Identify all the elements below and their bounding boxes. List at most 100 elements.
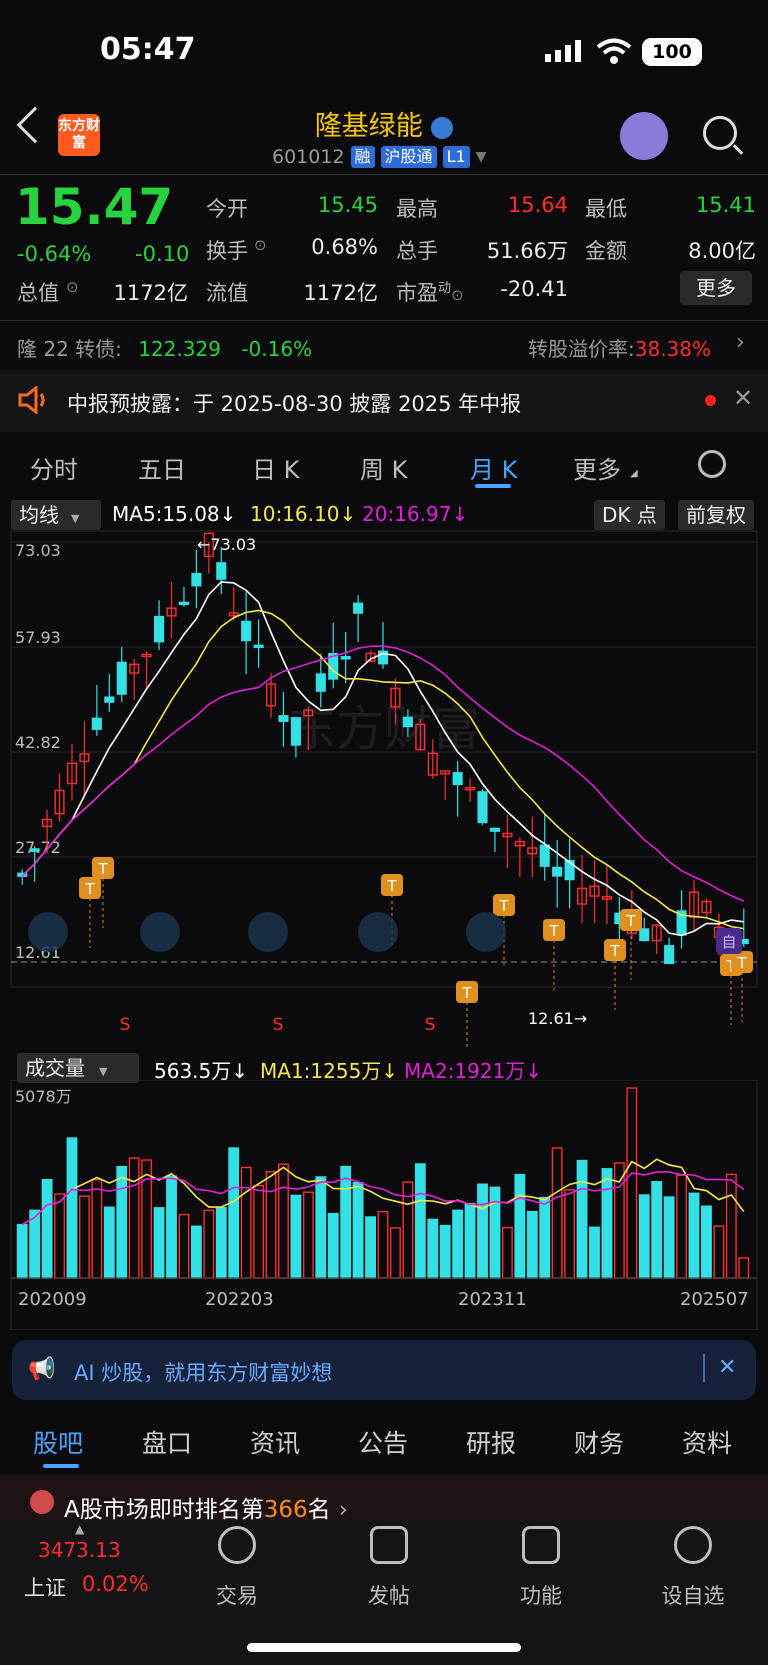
high-label: 最高: [396, 197, 438, 221]
candle-body: [353, 602, 364, 614]
more-dots-icon[interactable]: [674, 1526, 712, 1564]
chart-nav-button: [140, 912, 180, 952]
active-tab-indicator: [43, 1464, 79, 1468]
volume-bar: [290, 1194, 302, 1279]
tab-daily[interactable]: 日 K: [252, 450, 299, 485]
candle-body: [477, 791, 488, 824]
candle-body: [216, 562, 227, 580]
volume-bar: [452, 1209, 464, 1279]
tab-five-day[interactable]: 五日: [138, 450, 186, 485]
volume-bar: [41, 1178, 53, 1279]
x-tick-label: 202311: [458, 1289, 527, 1310]
bond-price: 122.329: [138, 337, 221, 361]
watermark: 东方财富: [288, 701, 480, 757]
grid-icon[interactable]: [522, 1526, 560, 1564]
volume-label: 总手: [396, 239, 438, 263]
signal-icon: [545, 40, 583, 62]
volume-bar: [713, 1225, 725, 1279]
adjust-button[interactable]: 前复权: [678, 500, 754, 530]
candlestick-chart[interactable]: 73.0357.9342.8227.7212.61东方财富←73.0312.61…: [0, 530, 768, 1050]
nav-post[interactable]: 发帖: [344, 1580, 434, 1610]
volume-bar: [265, 1171, 277, 1279]
volume-bar: [526, 1210, 538, 1279]
tab-news[interactable]: 资讯: [250, 1424, 300, 1460]
post-icon[interactable]: [370, 1526, 408, 1564]
status-time: 05:47: [100, 32, 196, 67]
volume-chart: 5078万 202009 202203 202311 202507: [10, 1080, 758, 1330]
volume-value: 51.66万: [486, 239, 568, 263]
marker-t-label: T: [386, 877, 397, 895]
nav-functions[interactable]: 功能: [496, 1580, 586, 1610]
bond-row[interactable]: 隆 22 转债: 122.329 -0.16%: [17, 333, 312, 362]
volume-bar: [427, 1218, 439, 1279]
volume-bar: [501, 1226, 513, 1279]
tab-orderbook[interactable]: 盘口: [142, 1424, 192, 1460]
stock-code-row[interactable]: 601012 融 沪股通 L1 ▼: [272, 146, 486, 168]
close-icon[interactable]: ✕: [733, 384, 753, 412]
wifi-icon: [596, 38, 632, 64]
volume-select[interactable]: 成交量 ▼: [17, 1053, 139, 1083]
tab-research[interactable]: 研报: [466, 1424, 516, 1460]
candle-body: [116, 661, 127, 695]
tab-intraday[interactable]: 分时: [30, 450, 78, 485]
tab-monthly[interactable]: 月 K: [470, 450, 517, 485]
volume-bar: [439, 1224, 451, 1279]
ma5-value: MA5:15.08↓: [112, 502, 237, 526]
volume-bar: [464, 1203, 476, 1279]
candle-body: [178, 601, 190, 606]
ai-assistant-icon[interactable]: [620, 112, 668, 160]
dk-button[interactable]: DK 点: [594, 500, 665, 530]
current-price: 15.47: [15, 178, 174, 236]
ma-select[interactable]: 均线 ▼: [11, 500, 101, 530]
vol-max-label: 5078万: [15, 1087, 72, 1106]
volume-bar: [340, 1165, 352, 1279]
ma20-line: [21, 645, 745, 903]
search-icon[interactable]: [703, 116, 737, 150]
volume-bar: [663, 1196, 675, 1279]
tab-finance[interactable]: 财务: [574, 1424, 624, 1460]
bond-label: 隆 22 转债:: [17, 337, 122, 361]
tab-profile[interactable]: 资料: [682, 1424, 732, 1460]
nav-watchlist[interactable]: 设自选: [648, 1580, 738, 1610]
volume-bar: [676, 1174, 688, 1279]
close-icon[interactable]: ✕: [718, 1355, 736, 1380]
tab-forum[interactable]: 股吧: [33, 1424, 83, 1460]
low-value: 15.41: [695, 193, 756, 217]
candle-body: [104, 696, 115, 703]
tab-announcements[interactable]: 公告: [358, 1424, 408, 1460]
pe-label-text: 市盈: [396, 281, 438, 305]
speaker-icon: [17, 384, 49, 418]
chart-nav-button: [466, 912, 506, 952]
volume-bar: [477, 1183, 488, 1279]
nav-trade[interactable]: 交易: [192, 1580, 282, 1610]
active-tab-indicator: [475, 484, 511, 488]
tab-more[interactable]: 更多: [573, 450, 621, 485]
gear-icon[interactable]: [698, 450, 726, 478]
pe-label: 市盈动⊙: [396, 277, 464, 307]
index-value[interactable]: 3473.13: [38, 1538, 121, 1562]
tab-weekly[interactable]: 周 K: [360, 450, 407, 485]
candle-body: [340, 656, 351, 660]
open-value: 15.45: [317, 193, 378, 217]
info-icon[interactable]: ⊙: [451, 286, 464, 304]
chevron-right-icon[interactable]: ›: [736, 330, 745, 355]
candle-body: [539, 844, 550, 867]
volume-bar: [54, 1193, 65, 1279]
more-button[interactable]: 更多: [680, 271, 752, 305]
chevron-up-icon[interactable]: ▲: [75, 1522, 84, 1536]
candle-body: [639, 928, 650, 942]
high-annotation: ←73.03: [197, 535, 256, 554]
volume-bar: [302, 1191, 314, 1279]
info-icon[interactable]: ⊙: [254, 236, 267, 254]
candle-body: [253, 644, 264, 649]
candle-body: [290, 717, 301, 746]
enterprise-badge-icon: [431, 116, 454, 139]
volume-bar: [390, 1227, 401, 1279]
float-label: 流值: [206, 281, 248, 305]
y-tick-label: 42.82: [15, 733, 61, 752]
volume-bar: [576, 1159, 588, 1279]
info-icon[interactable]: ⊙: [66, 278, 79, 296]
volume-bar: [551, 1147, 563, 1279]
trade-icon[interactable]: [218, 1526, 256, 1564]
volume-bar: [725, 1173, 737, 1279]
